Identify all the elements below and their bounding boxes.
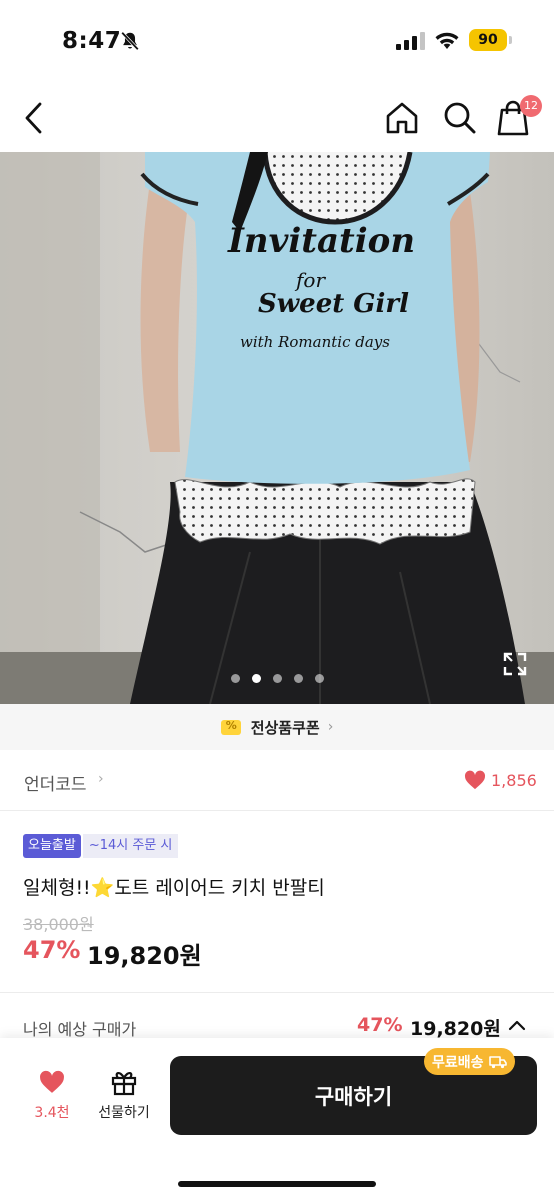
expected-price-label: 나의 예상 구매가 — [23, 1020, 137, 1039]
expected-price-value: 19,820원 — [410, 1018, 501, 1040]
bell-off-icon — [121, 31, 139, 51]
coupon-banner[interactable]: 전상품쿠폰 › — [0, 704, 554, 750]
bottom-action-bar: 3.4천 선물하기 구매하기 무료배송 — [0, 1038, 554, 1200]
gift-label: 선물하기 — [98, 1105, 150, 1121]
truck-icon — [488, 1055, 507, 1068]
signal-icon — [396, 32, 425, 50]
brand-name-link[interactable]: 언더코드 — [24, 770, 87, 795]
status-bar: 8:47 90 — [0, 0, 554, 80]
print-line-3: Sweet Girl — [258, 289, 409, 319]
coupon-label: 전상품쿠폰 — [250, 718, 320, 737]
shipping-badges: 오늘출발 ~14시 주문 시 — [23, 834, 179, 858]
heart-icon — [40, 1070, 64, 1093]
chevron-up-icon[interactable] — [508, 1018, 526, 1032]
carousel-dot[interactable] — [230, 674, 240, 683]
gift-icon — [111, 1072, 137, 1096]
carousel-dot[interactable] — [314, 674, 324, 683]
free-shipping-badge: 무료배송 — [424, 1048, 515, 1075]
product-title: 일체형!!⭐도트 레이어드 키치 반팔티 — [23, 877, 325, 899]
top-navigation — [0, 88, 554, 148]
status-time: 8:47 — [62, 28, 122, 54]
today-shipping-badge: 오늘출발 — [23, 834, 81, 858]
carousel-dot[interactable] — [272, 674, 282, 683]
carousel-dot-active[interactable] — [251, 674, 261, 683]
gift-button[interactable]: 선물하기 — [88, 1068, 160, 1130]
coupon-icon — [220, 719, 241, 735]
free-shipping-label: 무료배송 — [432, 1054, 484, 1071]
print-line-1: Invitation — [227, 221, 415, 261]
divider — [0, 810, 554, 811]
sale-price: 19,820원 — [87, 942, 202, 970]
carousel-dots — [0, 668, 554, 687]
product-photo: Invitation for Sweet Girl with Romantic … — [0, 152, 554, 704]
original-price: 38,000원 — [23, 915, 94, 934]
heart-icon[interactable] — [464, 770, 486, 790]
print-line-4: with Romantic days — [240, 333, 390, 351]
like-count: 1,856 — [491, 771, 537, 790]
search-icon[interactable] — [440, 98, 480, 138]
wifi-icon — [435, 32, 459, 49]
brand-row: 언더코드 › 1,856 — [0, 760, 554, 804]
carousel-dot[interactable] — [293, 674, 303, 683]
order-cutoff-badge: ~14시 주문 시 — [82, 834, 179, 858]
battery-icon: 90 — [469, 29, 507, 51]
cart-count-badge: 12 — [520, 95, 542, 117]
product-image[interactable]: Invitation for Sweet Girl with Romantic … — [0, 152, 554, 704]
discount-rate: 47% — [23, 936, 81, 964]
wishlist-button[interactable]: 3.4천 — [24, 1070, 80, 1130]
chevron-right-icon: › — [327, 719, 334, 735]
back-icon[interactable] — [18, 98, 54, 138]
chevron-right-icon: › — [98, 771, 104, 787]
battery-tip — [509, 36, 512, 44]
home-indicator — [178, 1181, 376, 1187]
expand-icon[interactable] — [502, 651, 528, 677]
home-icon[interactable] — [382, 98, 422, 138]
wishlist-count: 3.4천 — [34, 1105, 70, 1121]
divider — [0, 992, 554, 993]
expected-discount-rate: 47% — [357, 1014, 403, 1036]
